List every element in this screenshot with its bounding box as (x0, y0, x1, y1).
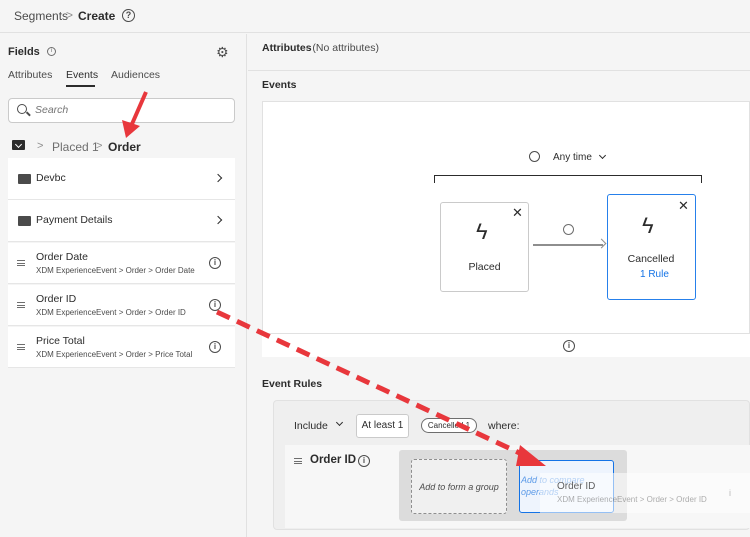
annotation-overlay (122, 91, 546, 466)
annotation-arrow-to-order (122, 91, 148, 138)
annotation-arrow-drag (215, 309, 546, 466)
